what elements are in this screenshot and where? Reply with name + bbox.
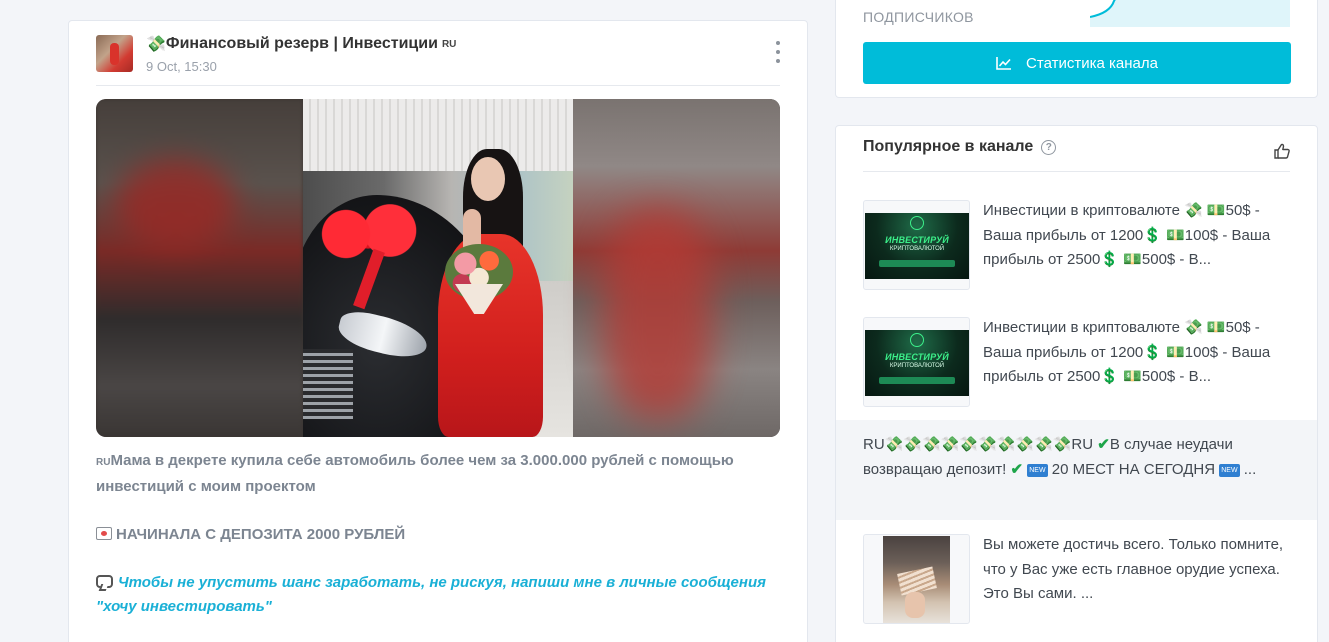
money-photo-image xyxy=(883,536,950,623)
post-thumbnail: ИНВЕСТИРУЙ КРИПТОВАЛЮТОЙ xyxy=(863,317,970,407)
subscribers-sparkline xyxy=(1090,0,1290,27)
more-options-button[interactable] xyxy=(771,41,785,63)
ru-flag-money-icons: RU💸💸💸💸💸💸💸💸💸💸RU xyxy=(863,436,1094,453)
thumbs-up-icon[interactable] xyxy=(1273,142,1291,160)
ru-flag-icon: RU xyxy=(441,38,457,50)
speech-bubble-icon xyxy=(96,575,113,588)
check-mark-icon: ✔ xyxy=(1010,460,1024,478)
image-blur-right xyxy=(573,99,780,437)
chart-icon xyxy=(996,57,1012,70)
new-badge-icon: NEW xyxy=(1219,463,1240,477)
picture-icon xyxy=(96,527,112,540)
post-paragraph-deposit: НАЧИНАЛА С ДЕПОЗИТА 2000 РУБЛЕЙ xyxy=(96,523,786,547)
post-image[interactable] xyxy=(96,99,780,437)
divider xyxy=(863,171,1290,172)
channel-name[interactable]: 💸 Финансовый резерв | Инвестиции RU xyxy=(146,34,456,54)
post-date: 9 Oct, 15:30 xyxy=(146,59,217,74)
channel-stats-card: ПОДПИСЧИКОВ Статистика канала xyxy=(835,0,1318,98)
popular-post-text: Инвестиции в криптовалюте 💸 💵50$ - Ваша … xyxy=(983,202,1271,268)
post-paragraph-cta: Чтобы не упустить шанс заработать, не ри… xyxy=(96,574,766,615)
popular-post-text: Вы можете достичь всего. Только помните,… xyxy=(983,536,1284,602)
channel-title: Финансовый резерв | Инвестиции xyxy=(165,35,438,52)
crypto-banner-image: ИНВЕСТИРУЙ КРИПТОВАЛЮТОЙ xyxy=(865,213,969,279)
post-thumbnail: ИНВЕСТИРУЙ КРИПТОВАЛЮТОЙ xyxy=(863,200,970,290)
check-mark-icon: ✔ xyxy=(1097,436,1110,453)
help-icon[interactable]: ? xyxy=(1041,139,1057,155)
popular-post-item[interactable]: RU💸💸💸💸💸💸💸💸💸💸RU ✔В случае неудачи возвращ… xyxy=(836,420,1317,520)
image-blur-left xyxy=(96,99,303,437)
post-text: RUМама в декрете купила себе автомобиль … xyxy=(96,449,786,642)
subscribers-label: ПОДПИСЧИКОВ xyxy=(863,9,974,25)
post-photo xyxy=(303,99,573,437)
popular-post-item[interactable]: Вы можете достичь всего. Только помните,… xyxy=(836,520,1317,640)
popular-in-channel-card: Популярное в канале ? ИНВЕСТИРУЙ КРИПТОВ… xyxy=(835,125,1318,642)
popular-post-text: RU💸💸💸💸💸💸💸💸💸💸RU ✔В случае неудачи возвращ… xyxy=(863,436,1257,478)
post-thumbnail xyxy=(863,534,970,624)
popular-post-item[interactable]: ИНВЕСТИРУЙ КРИПТОВАЛЮТОЙ Инвестиции в кр… xyxy=(836,303,1317,413)
channel-avatar[interactable] xyxy=(96,35,133,72)
ru-flag-icon: RU xyxy=(96,457,111,468)
new-badge-icon: NEW xyxy=(1027,463,1048,477)
channel-stats-button[interactable]: Статистика канала xyxy=(863,42,1291,84)
popular-post-text: Инвестиции в криптовалюте 💸 💵50$ - Ваша … xyxy=(983,319,1271,385)
post-card: 💸 Финансовый резерв | Инвестиции RU 9 Oc… xyxy=(68,20,808,642)
post-paragraph-main: RUМама в декрете купила себе автомобиль … xyxy=(96,452,734,495)
popular-title: Популярное в канале ? xyxy=(863,138,1057,156)
divider xyxy=(96,85,780,86)
channel-stats-button-label: Статистика канала xyxy=(1026,54,1158,72)
crypto-banner-image: ИНВЕСТИРУЙ КРИПТОВАЛЮТОЙ xyxy=(865,330,969,396)
money-bag-icon: 💸 xyxy=(146,36,166,53)
popular-post-item[interactable]: ИНВЕСТИРУЙ КРИПТОВАЛЮТОЙ Инвестиции в кр… xyxy=(836,186,1317,296)
